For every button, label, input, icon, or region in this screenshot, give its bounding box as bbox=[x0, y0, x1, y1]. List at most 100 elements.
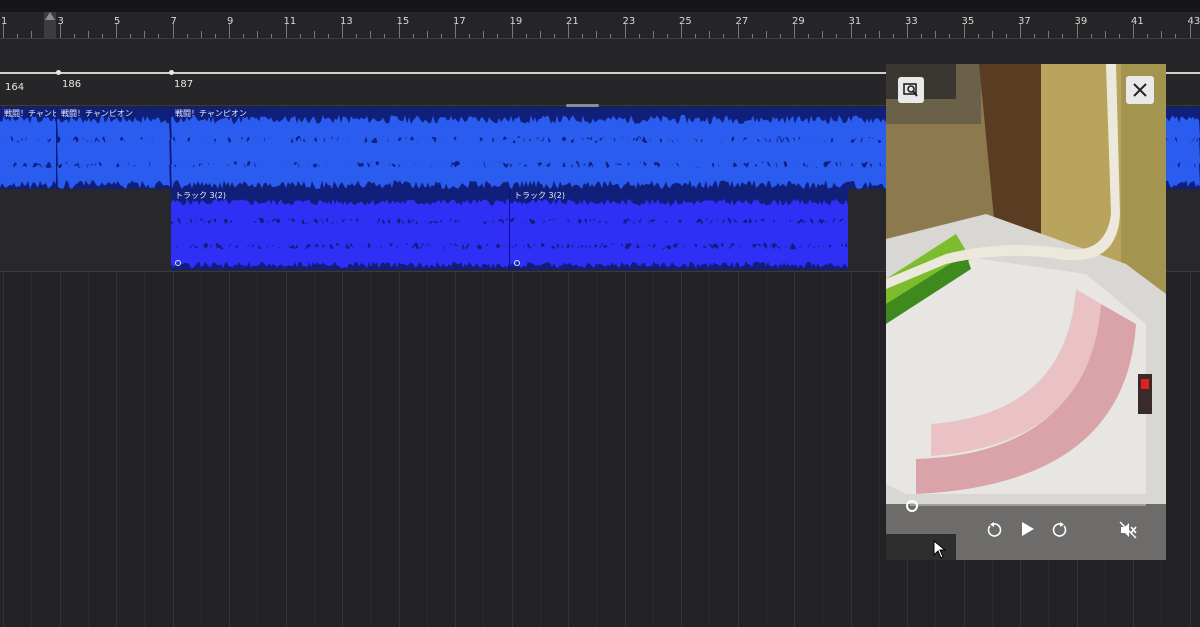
ruler-tick bbox=[935, 31, 936, 38]
ruler-tick bbox=[102, 34, 103, 38]
ruler-tick bbox=[568, 24, 569, 38]
audio-clip[interactable]: トラック 3(2) bbox=[510, 189, 848, 270]
ruler-tick bbox=[639, 34, 640, 38]
ruler-tick bbox=[723, 34, 724, 38]
ruler-tick bbox=[1048, 31, 1049, 38]
ruler-tick bbox=[808, 34, 809, 38]
audio-clip[interactable]: トラック 3(2) bbox=[171, 189, 510, 270]
ruler-tick bbox=[1006, 34, 1007, 38]
waveform bbox=[0, 107, 56, 189]
ruler-tick bbox=[187, 34, 188, 38]
ruler-tick bbox=[201, 31, 202, 38]
ruler-tick bbox=[257, 31, 258, 38]
ruler-tick bbox=[455, 24, 456, 38]
tempo-point[interactable] bbox=[56, 70, 61, 75]
ruler-tick bbox=[173, 24, 174, 38]
ruler-tick bbox=[116, 24, 117, 38]
mouse-cursor-icon bbox=[933, 540, 947, 559]
ruler-tick bbox=[1190, 24, 1191, 38]
ruler-tick bbox=[949, 34, 950, 38]
ruler-tick bbox=[130, 34, 131, 38]
ruler-tick bbox=[314, 31, 315, 38]
ruler-tick bbox=[60, 24, 61, 38]
bar-ruler[interactable]: 1 3 5 7 9 11 13 15 17 19 21 23 25 27 29 31 33 35 37 39 41 43 bbox=[0, 12, 1200, 39]
ruler-tick bbox=[469, 34, 470, 38]
clip-loop-icon[interactable] bbox=[175, 260, 181, 266]
ruler-tick bbox=[342, 24, 343, 38]
ruler-tick bbox=[554, 34, 555, 38]
ruler-tick bbox=[865, 34, 866, 38]
ruler-tick bbox=[328, 34, 329, 38]
ruler-tick bbox=[1091, 34, 1092, 38]
clip-label: 戦闘！チャンピ bbox=[4, 109, 57, 118]
rewind-icon[interactable] bbox=[984, 520, 1004, 540]
ruler-tick bbox=[215, 34, 216, 38]
video-progress-track[interactable] bbox=[910, 504, 1146, 506]
ruler-tick bbox=[512, 24, 513, 38]
ruler-tick bbox=[1147, 34, 1148, 38]
ruler-tick bbox=[625, 24, 626, 38]
tempo-label: 187 bbox=[174, 79, 194, 90]
clip-label: 戦闘！チャンピオン bbox=[61, 109, 133, 118]
ruler-tick bbox=[822, 31, 823, 38]
ruler-tick bbox=[738, 24, 739, 38]
ruler-tick bbox=[610, 34, 611, 38]
ruler-tick bbox=[836, 34, 837, 38]
clip-label: 戦闘！チャンピオン bbox=[175, 109, 247, 118]
ruler-tick bbox=[695, 34, 696, 38]
ruler-tick bbox=[1105, 31, 1106, 38]
playhead-marker[interactable] bbox=[44, 12, 56, 38]
ruler-tick bbox=[158, 34, 159, 38]
ruler-tick bbox=[596, 31, 597, 38]
tempo-point[interactable] bbox=[169, 70, 174, 75]
waveform-path bbox=[171, 217, 509, 250]
ruler-tick bbox=[144, 31, 145, 38]
bar-number: 5 bbox=[114, 16, 121, 27]
waveform bbox=[171, 189, 509, 270]
ruler-tick bbox=[384, 34, 385, 38]
ruler-tick bbox=[921, 34, 922, 38]
ruler-tick bbox=[427, 31, 428, 38]
zoom-icon[interactable] bbox=[898, 77, 924, 103]
ruler-tick bbox=[709, 31, 710, 38]
ruler-tick bbox=[766, 31, 767, 38]
ruler-tick bbox=[964, 24, 965, 38]
ruler-tick bbox=[978, 34, 979, 38]
audio-clip[interactable]: 戦闘！チャンピ bbox=[0, 107, 57, 189]
ruler-tick bbox=[1077, 24, 1078, 38]
close-icon[interactable] bbox=[1126, 76, 1154, 104]
play-icon[interactable] bbox=[1016, 518, 1038, 540]
ruler-tick bbox=[399, 24, 400, 38]
ruler-tick bbox=[17, 34, 18, 38]
ruler-tick bbox=[441, 34, 442, 38]
ruler-tick bbox=[681, 24, 682, 38]
ruler-tick bbox=[31, 31, 32, 38]
forward-icon[interactable] bbox=[1050, 520, 1070, 540]
ruler-tick bbox=[356, 34, 357, 38]
ruler-tick bbox=[1020, 24, 1021, 38]
ruler-tick bbox=[752, 34, 753, 38]
ruler-tick bbox=[653, 31, 654, 38]
video-player-popup[interactable] bbox=[886, 64, 1166, 560]
ruler-tick bbox=[413, 34, 414, 38]
ruler-tick bbox=[497, 34, 498, 38]
ruler-tick bbox=[540, 31, 541, 38]
ruler-tick bbox=[1062, 34, 1063, 38]
ruler-tick bbox=[88, 31, 89, 38]
muted-icon[interactable] bbox=[1117, 519, 1139, 541]
ruler-tick bbox=[780, 34, 781, 38]
ruler-tick bbox=[1034, 34, 1035, 38]
waveform-path bbox=[510, 242, 848, 269]
audio-clip[interactable]: 戦闘！チャンピオン bbox=[57, 107, 171, 189]
ruler-tick bbox=[992, 31, 993, 38]
ruler-tick bbox=[582, 34, 583, 38]
ruler-tick bbox=[286, 24, 287, 38]
ruler-tick bbox=[229, 24, 230, 38]
video-progress-thumb[interactable] bbox=[906, 500, 918, 512]
ruler-tick bbox=[907, 24, 908, 38]
ruler-tick bbox=[893, 34, 894, 38]
waveform bbox=[57, 107, 170, 189]
clip-loop-icon[interactable] bbox=[514, 260, 520, 266]
clip-label: トラック 3(2) bbox=[514, 191, 565, 200]
ruler-tick bbox=[271, 34, 272, 38]
